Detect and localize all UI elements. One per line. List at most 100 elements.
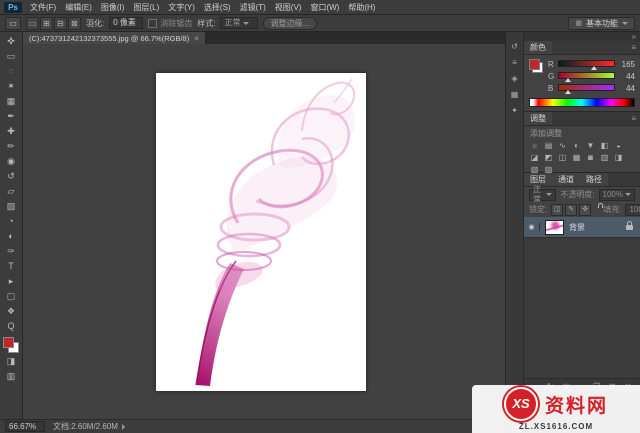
quick-mask-icon[interactable]: ◨ — [3, 355, 19, 368]
layer-thumbnail[interactable] — [545, 219, 564, 235]
selection-mode-icon[interactable]: ⊞ — [40, 16, 53, 30]
channel-slider[interactable] — [558, 83, 615, 94]
lock-position-icon[interactable]: ✜ — [579, 203, 592, 216]
hue-saturation-icon[interactable]: ◧ — [598, 140, 611, 151]
fill-field[interactable]: 100% — [625, 203, 640, 216]
layers-panel-tab[interactable]: 通道 — [552, 173, 580, 186]
panel-color-swatches[interactable] — [529, 59, 543, 73]
canvas-area[interactable] — [23, 44, 505, 420]
opacity-field[interactable]: 100% — [598, 188, 635, 201]
color-lookup-icon[interactable]: ▦ — [570, 152, 583, 163]
zoom-tool-icon[interactable]: Q — [3, 320, 19, 333]
selection-mode-icon[interactable]: ⊠ — [68, 16, 81, 30]
crop-tool-icon[interactable]: ▦ — [3, 95, 19, 108]
refine-edge-button[interactable]: 调整边缘… — [263, 16, 318, 30]
layer-name[interactable]: 背景 — [569, 222, 624, 233]
type-tool-icon[interactable]: T — [3, 260, 19, 273]
menu-item[interactable]: 编辑(E) — [65, 2, 92, 13]
workspace-switcher-button[interactable]: ▦ 基本功能 — [568, 16, 635, 30]
menu-item[interactable]: 文件(F) — [30, 2, 56, 13]
style-select[interactable]: 正常 — [220, 17, 259, 29]
path-selection-tool-icon[interactable]: ▸ — [3, 275, 19, 288]
channel-mixer-icon[interactable]: ◫ — [556, 152, 569, 163]
dodge-tool-icon[interactable]: ◐ — [3, 230, 19, 243]
channel-slider[interactable] — [558, 59, 615, 70]
blend-mode-select[interactable]: 正常 — [529, 185, 557, 204]
eraser-tool-icon[interactable]: ▱ — [3, 185, 19, 198]
history-panel-icon[interactable]: ↺ — [511, 42, 518, 51]
antialias-checkbox[interactable]: 消除锯齿 — [148, 18, 192, 29]
styles-panel-icon[interactable]: ✦ — [511, 106, 518, 115]
invert-icon[interactable]: ◙ — [584, 152, 597, 163]
menu-item[interactable]: 视图(V) — [275, 2, 302, 13]
properties-panel-icon[interactable]: ≡ — [512, 58, 517, 67]
document-size-info[interactable]: 文档:2.60M/2.60M — [53, 421, 125, 432]
move-tool-icon[interactable]: ✜ — [3, 35, 19, 48]
menu-item[interactable]: 图像(I) — [101, 2, 125, 13]
exposure-icon[interactable]: ◐ — [570, 140, 583, 151]
selection-mode-icon[interactable]: ▭ — [26, 16, 39, 30]
layer-visibility-eye-icon[interactable]: ◉ — [524, 223, 540, 231]
channel-value[interactable]: 165 — [619, 60, 635, 69]
lock-pixels-icon[interactable]: ✎ — [565, 203, 578, 216]
vibrance-icon[interactable]: ▼ — [584, 140, 597, 151]
threshold-icon[interactable]: ◨ — [612, 152, 625, 163]
history-brush-tool-icon[interactable]: ↺ — [3, 170, 19, 183]
posterize-icon[interactable]: ▥ — [598, 152, 611, 163]
menu-item[interactable]: 滤镜(T) — [240, 2, 266, 13]
feather-input[interactable]: 0 像素 — [109, 17, 144, 29]
swatches-panel-icon[interactable]: ▦ — [511, 90, 519, 99]
slider-marker-icon[interactable] — [564, 90, 571, 94]
levels-icon[interactable]: ▤ — [542, 140, 555, 151]
color-swatches[interactable] — [3, 337, 19, 353]
healing-brush-tool-icon[interactable]: ✚ — [3, 125, 19, 138]
blur-tool-icon[interactable]: ◔ — [3, 215, 19, 228]
channel-value[interactable]: 44 — [619, 84, 635, 93]
panel-menu-icon[interactable]: ≡ — [627, 114, 640, 123]
lock-transparency-icon[interactable]: ◫ — [551, 203, 564, 216]
color-balance-icon[interactable]: ◒ — [612, 140, 625, 151]
checkbox-icon[interactable] — [148, 18, 158, 28]
pen-tool-icon[interactable]: ✑ — [3, 245, 19, 258]
menu-item[interactable]: 窗口(W) — [310, 2, 339, 13]
lasso-tool-icon[interactable]: ◌ — [3, 65, 19, 78]
screen-mode-icon[interactable]: ▥ — [3, 370, 19, 383]
document[interactable] — [156, 73, 366, 391]
photo-filter-icon[interactable]: ◩ — [542, 152, 555, 163]
slider-track[interactable] — [558, 60, 615, 67]
foreground-color-swatch[interactable] — [3, 337, 14, 348]
foreground-color-swatch[interactable] — [529, 59, 540, 70]
magic-wand-tool-icon[interactable]: ✶ — [3, 80, 19, 93]
info-panel-icon[interactable]: ◈ — [511, 74, 517, 83]
close-icon[interactable]: × — [194, 34, 199, 43]
clone-stamp-tool-icon[interactable]: ◉ — [3, 155, 19, 168]
shape-tool-icon[interactable]: ▢ — [3, 290, 19, 303]
tab-color[interactable]: 颜色 — [524, 41, 552, 54]
gradient-tool-icon[interactable]: ▨ — [3, 200, 19, 213]
hand-tool-icon[interactable]: ❖ — [3, 305, 19, 318]
brightness-contrast-icon[interactable]: ☼ — [528, 140, 541, 151]
brush-tool-icon[interactable]: ✏ — [3, 140, 19, 153]
slider-marker-icon[interactable] — [564, 78, 571, 82]
selection-mode-icon[interactable]: ⊟ — [54, 16, 67, 30]
slider-marker-icon[interactable] — [591, 66, 598, 70]
eyedropper-tool-icon[interactable]: ✒ — [3, 110, 19, 123]
rectangular-marquee-tool-icon[interactable]: ▭ — [3, 50, 19, 63]
curves-icon[interactable]: ∿ — [556, 140, 569, 151]
black-white-icon[interactable]: ◪ — [528, 152, 541, 163]
tab-adjustments[interactable]: 调整 — [524, 112, 552, 125]
channel-value[interactable]: 44 — [619, 72, 635, 81]
layers-panel-tab[interactable]: 路径 — [580, 173, 608, 186]
panel-menu-icon[interactable]: ≡ — [627, 43, 640, 52]
layer-row-background[interactable]: ◉ 背景 — [524, 217, 640, 238]
document-tab[interactable]: (C):473731242132373555.jpg @ 66.7%(RGB/8… — [23, 32, 206, 44]
collapse-panels-icon[interactable]: » — [632, 32, 636, 41]
menu-item[interactable]: 文字(Y) — [168, 2, 195, 13]
color-spectrum-ramp[interactable] — [529, 98, 635, 107]
menu-item[interactable]: 选择(S) — [204, 2, 231, 13]
zoom-level-field[interactable]: 66.67% — [5, 421, 45, 432]
channel-slider[interactable] — [558, 71, 615, 82]
active-tool-icon[interactable]: ▭ — [5, 16, 21, 30]
menu-item[interactable]: 图层(L) — [133, 2, 159, 13]
menu-item[interactable]: 帮助(H) — [348, 2, 375, 13]
